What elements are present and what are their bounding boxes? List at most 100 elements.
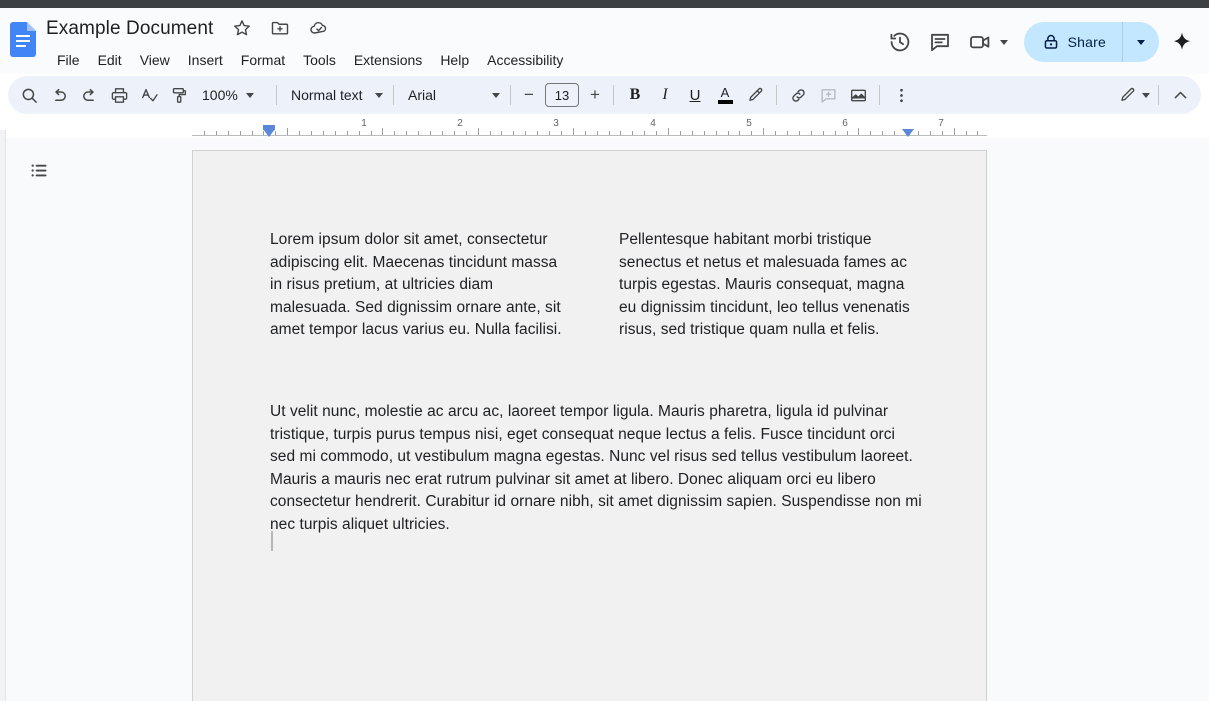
paragraph-style-dropdown[interactable]: Normal text — [283, 80, 387, 110]
zoom-level-value: 100% — [202, 87, 238, 103]
collapse-toolbar-button[interactable] — [1165, 80, 1195, 110]
two-column-section: Lorem ipsum dolor sit amet, consectetur … — [270, 229, 920, 342]
column-left-paragraph: Lorem ipsum dolor sit amet, consectetur … — [270, 231, 562, 339]
menu-item-extensions[interactable]: Extensions — [345, 51, 431, 69]
toolbar-container: 100% Normal text Arial − 13 + B I U A — [0, 74, 1209, 116]
left-rail — [0, 138, 192, 701]
toolbar-divider — [276, 85, 277, 105]
toolbar-divider — [776, 85, 777, 105]
star-icon[interactable] — [232, 18, 252, 38]
paint-format-icon[interactable] — [164, 80, 194, 110]
underline-label: U — [689, 86, 701, 104]
more-options-icon[interactable] — [886, 80, 916, 110]
video-call-icon[interactable] — [960, 22, 1000, 62]
document-title[interactable]: Example Document — [46, 18, 213, 40]
insert-image-icon[interactable] — [843, 80, 873, 110]
title-block: Example Document — [46, 18, 329, 40]
ruler-track: 1 2 3 4 5 6 7 — [192, 118, 987, 138]
font-family-dropdown[interactable]: Arial — [400, 80, 504, 110]
paragraph-style-value: Normal text — [291, 87, 363, 103]
app-header: Example Document File Edit View Insert F… — [0, 8, 1209, 74]
body-paragraph-block[interactable]: Ut velit nunc, molestie ac arcu ac, laor… — [270, 401, 922, 537]
document-outline-icon[interactable] — [26, 157, 52, 183]
right-indent-marker[interactable] — [902, 129, 914, 137]
font-size-stepper: − 13 + — [517, 83, 607, 107]
menu-item-accessibility[interactable]: Accessibility — [478, 51, 572, 69]
bold-button[interactable]: B — [620, 80, 650, 110]
menu-item-view[interactable]: View — [131, 51, 179, 69]
menu-item-tools[interactable]: Tools — [294, 51, 345, 69]
menu-item-help[interactable]: Help — [431, 51, 478, 69]
spellcheck-icon[interactable] — [134, 80, 164, 110]
menu-bar: File Edit View Insert Format Tools Exten… — [48, 51, 572, 69]
move-to-folder-icon[interactable] — [270, 18, 290, 38]
text-cursor — [271, 531, 273, 551]
gemini-sparkle-icon[interactable] — [1163, 22, 1201, 62]
text-color-swatch — [717, 99, 733, 104]
share-button[interactable]: Share — [1023, 22, 1159, 62]
editing-mode-dropdown[interactable] — [1110, 80, 1152, 110]
font-size-input[interactable]: 13 — [545, 83, 579, 107]
cloud-saved-icon[interactable] — [309, 18, 329, 38]
horizontal-ruler[interactable]: 1 2 3 4 5 6 7 — [0, 118, 1209, 138]
video-call-caret-icon[interactable] — [999, 39, 1008, 45]
video-call-button[interactable] — [960, 22, 1016, 62]
toolbar-divider — [879, 85, 880, 105]
edit-pencil-icon — [1118, 86, 1137, 105]
ruler-number-2: 2 — [457, 118, 463, 129]
ruler-baseline — [192, 135, 987, 136]
menu-item-insert[interactable]: Insert — [179, 51, 232, 69]
document-canvas: Lorem ipsum dolor sit amet, consectetur … — [0, 138, 1209, 701]
font-family-value: Arial — [408, 87, 437, 103]
body-paragraph: Ut velit nunc, molestie ac arcu ac, laor… — [270, 403, 922, 533]
underline-button[interactable]: U — [680, 80, 710, 110]
toolbar-divider — [613, 85, 614, 105]
ruler-number-4: 4 — [650, 118, 656, 129]
column-left[interactable]: Lorem ipsum dolor sit amet, consectetur … — [270, 229, 570, 342]
share-dropdown-caret-icon[interactable] — [1123, 22, 1159, 62]
lock-icon — [1042, 33, 1060, 51]
chevron-down-icon — [245, 92, 254, 98]
version-history-icon[interactable] — [880, 22, 920, 62]
text-color-label: A — [720, 84, 730, 100]
comment-icon[interactable] — [920, 22, 960, 62]
insert-link-icon[interactable] — [783, 80, 813, 110]
toolbar-divider — [510, 85, 511, 105]
ruler-number-1: 1 — [361, 118, 367, 129]
menu-item-file[interactable]: File — [48, 51, 89, 69]
ruler-number-5: 5 — [746, 118, 752, 129]
share-main-action[interactable]: Share — [1024, 22, 1122, 62]
italic-label: I — [662, 86, 668, 103]
redo-icon[interactable] — [74, 80, 104, 110]
document-page[interactable]: Lorem ipsum dolor sit amet, consectetur … — [192, 150, 987, 701]
browser-chrome-strip — [0, 0, 1209, 8]
chevron-down-icon — [375, 92, 383, 98]
increase-font-size-button[interactable]: + — [583, 83, 607, 107]
left-edge-scroll-strip[interactable] — [0, 130, 6, 701]
share-label: Share — [1067, 34, 1106, 50]
bold-label: B — [629, 86, 641, 103]
highlight-pen-icon[interactable] — [740, 80, 770, 110]
zoom-level-dropdown[interactable]: 100% — [194, 80, 270, 110]
decrease-font-size-button[interactable]: − — [517, 83, 541, 107]
column-right[interactable]: Pellentesque habitant morbi tristique se… — [619, 229, 919, 342]
header-actions: Share — [880, 16, 1201, 68]
search-icon[interactable] — [14, 80, 44, 110]
text-color-button[interactable]: A — [710, 80, 740, 110]
chevron-down-icon — [1142, 92, 1150, 98]
column-right-paragraph: Pellentesque habitant morbi tristique se… — [619, 231, 910, 339]
formatting-toolbar: 100% Normal text Arial − 13 + B I U A — [8, 76, 1201, 114]
ruler-number-3: 3 — [553, 118, 559, 129]
italic-button[interactable]: I — [650, 80, 680, 110]
print-icon[interactable] — [104, 80, 134, 110]
toolbar-divider — [1158, 85, 1159, 105]
chevron-down-icon — [492, 92, 500, 98]
toolbar-divider — [393, 85, 394, 105]
ruler-number-6: 6 — [842, 118, 848, 129]
undo-icon[interactable] — [44, 80, 74, 110]
menu-item-format[interactable]: Format — [232, 51, 294, 69]
add-comment-icon[interactable] — [813, 80, 843, 110]
menu-item-edit[interactable]: Edit — [89, 51, 131, 69]
google-docs-logo-icon — [10, 22, 36, 57]
left-indent-marker[interactable] — [263, 129, 275, 137]
